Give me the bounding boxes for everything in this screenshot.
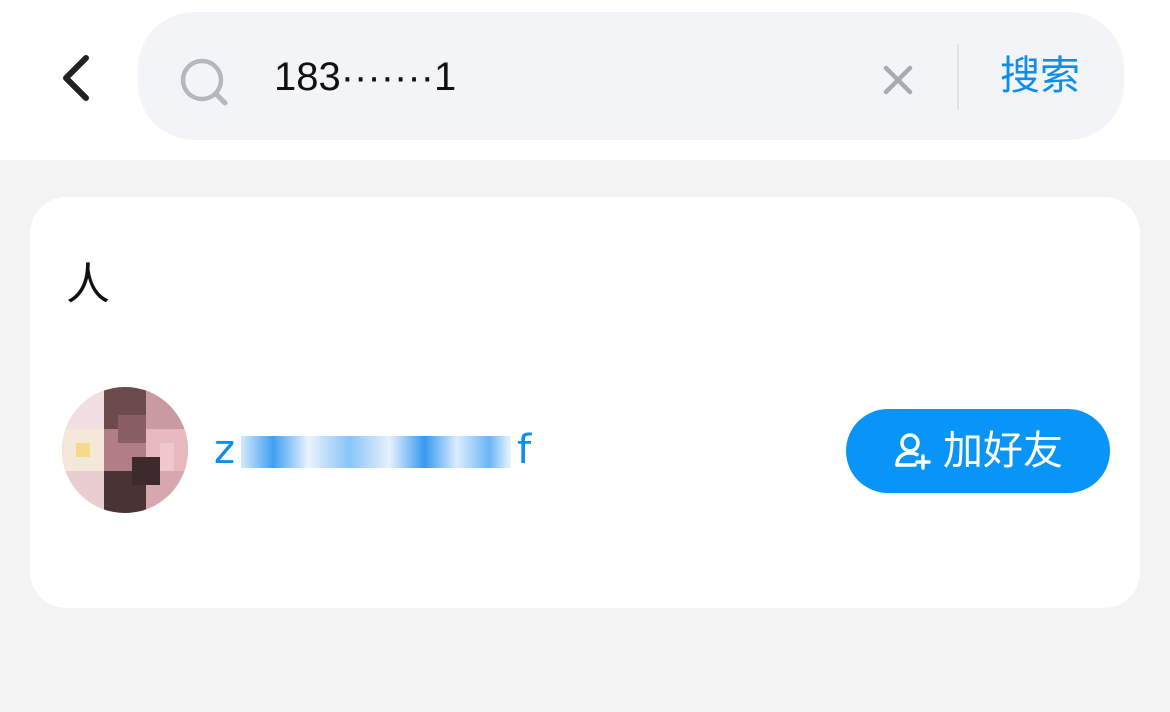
avatar-image — [62, 387, 188, 513]
user-name-end: f — [517, 427, 532, 473]
person-result-row[interactable]: zf 加好友 — [30, 387, 1140, 517]
search-header: 搜索 — [0, 0, 1170, 160]
add-friend-button[interactable]: 加好友 — [846, 409, 1110, 493]
close-icon — [883, 65, 913, 95]
clear-search-button[interactable] — [878, 60, 918, 100]
avatar[interactable] — [62, 387, 188, 513]
add-friend-label: 加好友 — [943, 428, 1063, 474]
section-title-people: 人 — [66, 259, 110, 310]
search-divider — [957, 44, 959, 110]
back-button[interactable] — [52, 50, 104, 106]
user-name-start: z — [214, 427, 235, 473]
chevron-left-icon — [63, 55, 89, 101]
search-input[interactable] — [274, 50, 834, 104]
search-icon — [180, 58, 228, 106]
add-user-icon — [895, 433, 931, 470]
search-button[interactable]: 搜索 — [980, 44, 1100, 108]
results-card: 人 zf 加好友 — [30, 197, 1140, 608]
user-name[interactable]: zf — [214, 422, 531, 478]
user-name-redacted — [241, 436, 511, 468]
search-bar: 搜索 — [138, 12, 1124, 140]
